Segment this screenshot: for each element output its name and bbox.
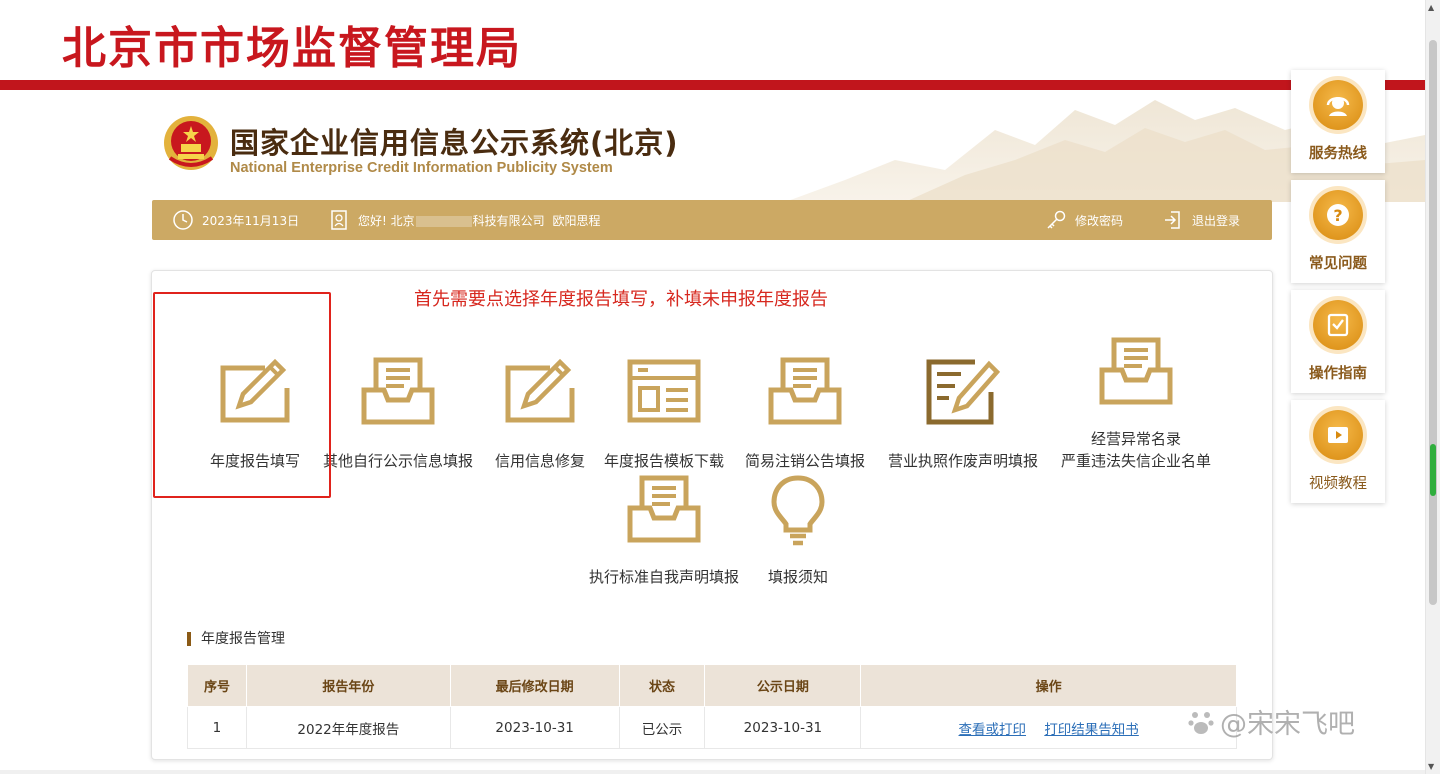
- inbox-doc-icon: [361, 357, 435, 425]
- change-password-button[interactable]: 修改密码: [1045, 200, 1123, 240]
- scroll-down-arrow-icon[interactable]: ▼: [1428, 762, 1434, 771]
- scroll-up-arrow-icon[interactable]: ▲: [1428, 3, 1434, 12]
- user-card-icon: [331, 210, 347, 230]
- view-print-link[interactable]: 查看或打印: [959, 722, 1027, 738]
- float-service-hotline[interactable]: 服务热线: [1291, 70, 1385, 173]
- instruction-text: 首先需要点选择年度报告填写，补填未申报年度报告: [414, 289, 828, 310]
- inbox-doc-icon: [1099, 337, 1173, 405]
- system-title: 国家企业信用信息公示系统(北京): [230, 126, 679, 160]
- highlight-annotation-box: [153, 292, 331, 498]
- logout-icon: [1165, 211, 1180, 229]
- col-publish-date: 公示日期: [704, 664, 862, 707]
- user-navbar: 2023年11月13日 您好! 北京 科技有限公司 欧阳思程 修改密码 退出登录: [152, 200, 1272, 240]
- inbox-doc-icon: [627, 475, 701, 543]
- svg-text:?: ?: [1333, 206, 1342, 225]
- tile-license-void[interactable]: 营业执照作废声明填报: [888, 356, 1038, 474]
- watermark: @宋宋飞吧: [1186, 702, 1355, 741]
- clock-icon: [173, 210, 193, 230]
- float-faq[interactable]: ? 常见问题: [1291, 180, 1385, 283]
- scrollbar-thumb[interactable]: [1429, 40, 1437, 605]
- bureau-banner: 北京市市场监督管理局: [0, 0, 1425, 80]
- tile-other-disclosure[interactable]: 其他自行公示信息填报: [323, 356, 473, 474]
- col-modified-date: 最后修改日期: [449, 664, 620, 707]
- greeting-text: 您好!: [358, 213, 387, 228]
- template-icon: [627, 359, 701, 423]
- tile-simple-cancellation[interactable]: 简易注销公告填报: [745, 356, 865, 474]
- company-name: 北京 科技有限公司: [390, 213, 545, 228]
- annual-report-table: 序号 报告年份 最后修改日期 状态 公示日期 操作 1 2022年年度报告 20…: [187, 664, 1237, 749]
- current-date: 2023年11月13日: [202, 213, 300, 228]
- float-operation-guide[interactable]: 操作指南: [1291, 290, 1385, 393]
- col-status: 状态: [618, 664, 706, 707]
- national-emblem-icon: [164, 116, 218, 170]
- guide-icon: [1313, 300, 1363, 350]
- date-display: 2023年11月13日: [172, 200, 299, 240]
- redacted-block: [415, 215, 472, 227]
- paw-logo-icon: [1188, 711, 1214, 734]
- table-header-row: 序号 报告年份 最后修改日期 状态 公示日期 操作: [187, 664, 1237, 707]
- headset-icon: [1313, 80, 1363, 130]
- bureau-title: 北京市市场监督管理局: [62, 23, 522, 74]
- logout-button[interactable]: 退出登录: [1162, 200, 1240, 240]
- tile-filing-notice[interactable]: 填报须知: [748, 474, 848, 586]
- print-notice-link[interactable]: 打印结果告知书: [1044, 722, 1139, 738]
- key-icon: [1047, 210, 1066, 229]
- tile-abnormal-list[interactable]: 经营异常名录 严重违法失信企业名单: [1061, 336, 1211, 474]
- user-greeting: 您好! 北京 科技有限公司 欧阳思程: [328, 200, 601, 240]
- float-video-tutorial[interactable]: 视频教程: [1291, 400, 1385, 503]
- system-header: 国家企业信用信息公示系统(北京) National Enterprise Cre…: [0, 90, 1425, 202]
- tile-standard-declaration[interactable]: 执行标准自我声明填报: [589, 474, 739, 586]
- user-name: 欧阳思程: [552, 213, 601, 228]
- license-edit-icon: [926, 359, 1001, 425]
- red-divider: [0, 80, 1425, 90]
- lightbulb-icon: [771, 475, 825, 546]
- inbox-doc-icon: [768, 357, 842, 425]
- tile-template-download[interactable]: 年度报告模板下载: [604, 356, 724, 474]
- tile-credit-repair[interactable]: 信用信息修复: [490, 356, 590, 474]
- section-title-annual-report: 年度报告管理: [187, 630, 285, 648]
- edit-icon: [505, 358, 575, 423]
- table-row: 1 2022年年度报告 2023-10-31 已公示 2023-10-31 查看…: [187, 706, 1237, 749]
- scroll-position-marker: [1430, 444, 1436, 496]
- bottom-edge: [0, 770, 1425, 774]
- col-operation: 操作: [860, 664, 1237, 707]
- col-report-year: 报告年份: [245, 664, 451, 707]
- system-subtitle: National Enterprise Credit Information P…: [230, 160, 613, 176]
- col-index: 序号: [187, 664, 247, 707]
- video-icon: [1313, 410, 1363, 460]
- question-icon: ?: [1313, 190, 1363, 240]
